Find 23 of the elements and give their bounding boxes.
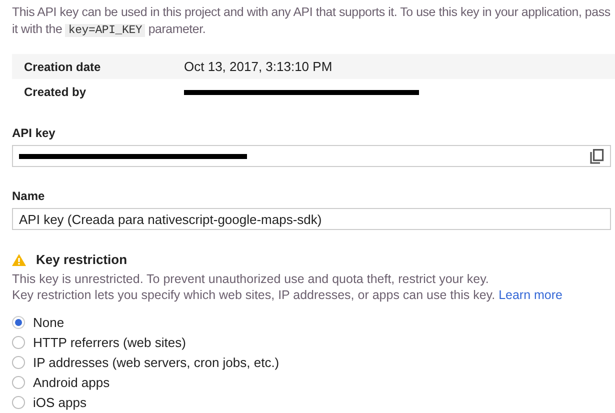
name-field[interactable]: API key (Creada para nativescript-google-maps-sdk)	[12, 208, 611, 230]
description-text: This key is unrestricted. To prevent unauthorized use and quota theft, restrict your key.	[12, 272, 489, 286]
detail-label: Creation date	[23, 60, 102, 74]
detail-value: Oct 13, 2017, 3:13:10 PM	[184, 59, 332, 74]
option-label[interactable]: IP addresses (web servers, cron jobs, etc.)	[33, 354, 280, 370]
option-label[interactable]: None	[33, 314, 64, 330]
section-heading: Key restriction	[36, 252, 128, 267]
description-text: Key restriction lets you specify which web sites, IP addresses, or apps can use this key.	[12, 288, 496, 302]
learn-more-link[interactable]: Learn more	[498, 288, 563, 302]
radio-button[interactable]	[12, 376, 25, 388]
field-label: Name	[12, 189, 46, 203]
radio-button[interactable]	[12, 336, 25, 348]
option-label[interactable]: Android apps	[33, 374, 110, 390]
api-key-field[interactable]	[12, 145, 611, 167]
field-label: API key	[12, 126, 56, 140]
copy-icon[interactable]	[590, 148, 604, 164]
radio-button[interactable]	[12, 356, 25, 368]
option-label[interactable]: HTTP referrers (web sites)	[33, 334, 186, 350]
option-label[interactable]: iOS apps	[33, 394, 86, 410]
radio-button[interactable]	[12, 316, 25, 328]
intro-text: This API key can be used in this project and with any API that supports it. To use this key in your application, pass it with the key=API_KEY parameter.	[12, 4, 612, 39]
detail-label: Created by	[23, 84, 88, 98]
radio-button[interactable]	[12, 396, 25, 408]
